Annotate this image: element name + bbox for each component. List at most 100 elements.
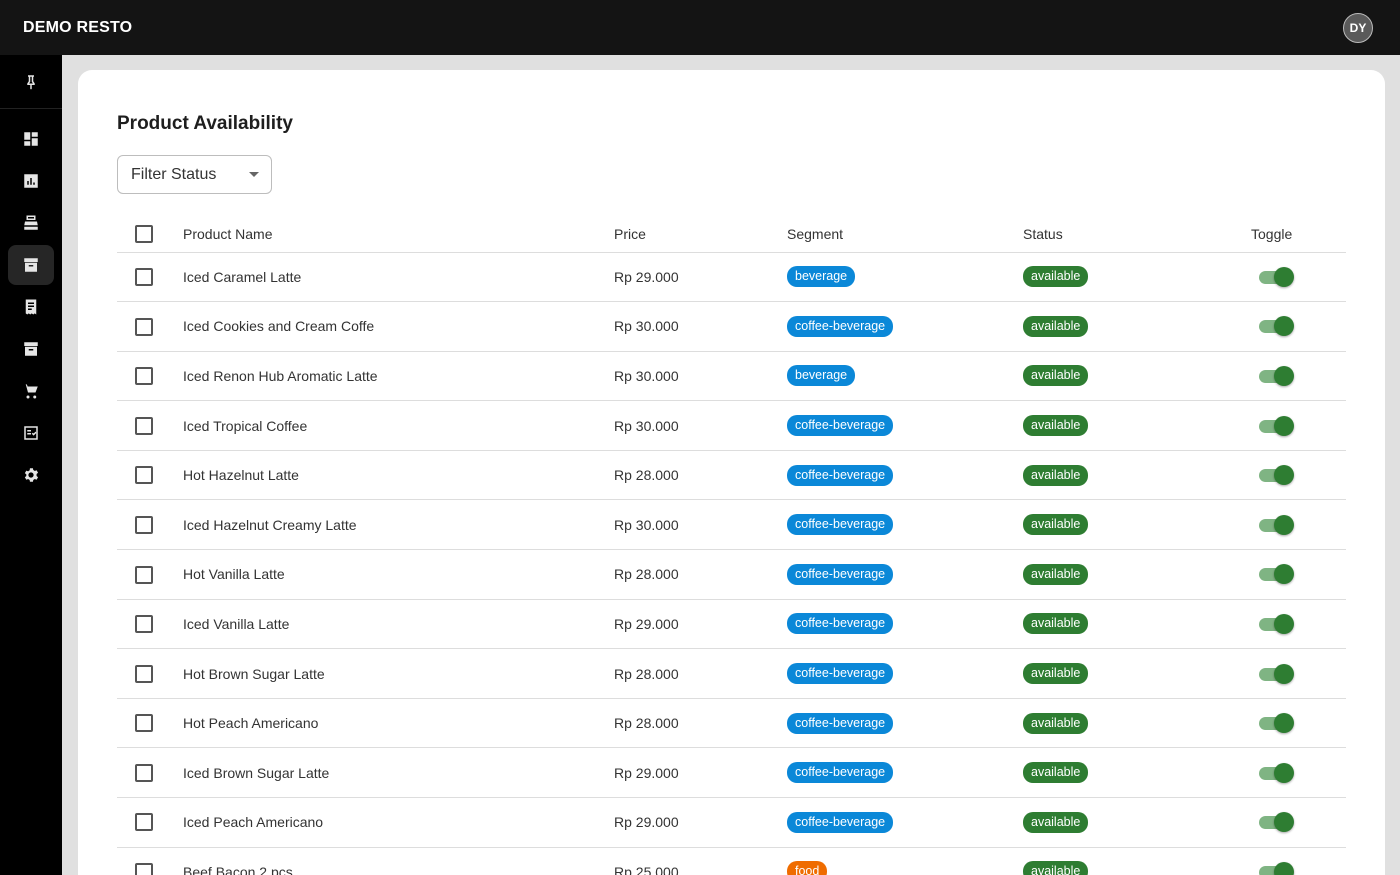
segment-chip: coffee-beverage [787, 712, 894, 734]
cash-register-icon [24, 215, 38, 230]
product-price: Rp 29.000 [614, 747, 787, 799]
sidebar-item-receipts[interactable] [8, 287, 54, 327]
gear-icon [24, 468, 39, 482]
availability-toggle[interactable] [1257, 415, 1295, 437]
segment-chip: coffee-beverage [787, 811, 894, 833]
header-status[interactable]: Status [1023, 216, 1251, 253]
row-checkbox[interactable] [135, 863, 153, 875]
app-title: DEMO RESTO [23, 18, 133, 36]
toggle-thumb [1274, 316, 1294, 337]
product-price: Rp 30.000 [614, 351, 787, 402]
toggle-thumb [1274, 613, 1294, 634]
sidebar-item-inventory[interactable] [8, 329, 54, 369]
row-checkbox[interactable] [135, 367, 153, 386]
sidebar-item-checklist[interactable] [8, 413, 54, 453]
product-name: Iced Renon Hub Aromatic Latte [183, 351, 614, 402]
product-name: Iced Hazelnut Creamy Latte [183, 499, 614, 551]
segment-chip: beverage [787, 365, 856, 387]
product-name: Iced Cookies and Cream Coffe [183, 301, 614, 352]
sidebar-item-product-availability[interactable] [8, 245, 54, 285]
table-row[interactable]: Hot Vanilla Latte Rp 28.000 coffee-beverag… [117, 549, 1346, 600]
status-badge: available [1023, 365, 1089, 387]
toggle-thumb [1274, 465, 1294, 486]
availability-toggle[interactable] [1257, 514, 1295, 536]
availability-toggle[interactable] [1257, 464, 1295, 486]
segment-chip: coffee-beverage [787, 762, 894, 784]
status-badge: available [1023, 861, 1089, 875]
row-checkbox[interactable] [135, 416, 153, 435]
availability-toggle[interactable] [1257, 613, 1295, 635]
product-name: Hot Brown Sugar Latte [183, 648, 614, 699]
row-checkbox[interactable] [135, 565, 153, 584]
segment-chip: beverage [787, 266, 856, 288]
toggle-thumb [1274, 861, 1294, 875]
status-badge: available [1023, 315, 1089, 337]
availability-toggle[interactable] [1257, 663, 1295, 685]
table-row[interactable]: Hot Hazelnut Latte Rp 28.000 coffee-bevera… [117, 450, 1346, 501]
table-row[interactable]: Iced Brown Sugar Latte Rp 29.000 coffee-be… [117, 747, 1346, 799]
status-badge: available [1023, 266, 1089, 288]
sidebar-item-cashier[interactable] [8, 203, 54, 243]
row-checkbox[interactable] [135, 763, 153, 782]
table-row[interactable]: Hot Brown Sugar Latte Rp 28.000 coffee-bev… [117, 648, 1346, 699]
product-price: Rp 30.000 [614, 301, 787, 352]
row-checkbox[interactable] [135, 813, 153, 832]
bar-chart-icon [24, 174, 38, 188]
table-row[interactable]: Iced Renon Hub Aromatic Latte Rp 30.000 be… [117, 351, 1346, 402]
toggle-thumb [1274, 762, 1294, 783]
checklist-icon [24, 426, 38, 440]
row-checkbox[interactable] [135, 267, 153, 286]
product-price: Rp 28.000 [614, 698, 787, 749]
row-checkbox[interactable] [135, 664, 153, 683]
availability-toggle[interactable] [1257, 266, 1295, 288]
inventory-icon [24, 342, 38, 356]
top-app-bar: DEMO RESTO DY [0, 0, 1400, 55]
table-row[interactable]: Iced Vanilla Latte Rp 29.000 coffee-bevera… [117, 599, 1346, 650]
table-row[interactable]: Iced Tropical Coffee Rp 30.000 coffee-beve… [117, 400, 1346, 451]
toggle-thumb [1274, 365, 1294, 386]
header-product-name[interactable]: Product Name [183, 216, 614, 253]
toggle-thumb [1274, 812, 1294, 833]
sidebar-item-dashboard[interactable] [8, 119, 54, 159]
availability-toggle[interactable] [1257, 315, 1295, 337]
sidebar-item-orders[interactable] [8, 371, 54, 411]
segment-chip: coffee-beverage [787, 315, 894, 337]
product-price: Rp 28.000 [614, 648, 787, 699]
avatar[interactable]: DY [1343, 12, 1373, 43]
segment-chip: coffee-beverage [787, 415, 894, 437]
filter-status-select[interactable]: Filter Status [117, 155, 272, 194]
sidebar-item-settings[interactable] [8, 455, 54, 495]
row-checkbox[interactable] [135, 317, 153, 336]
toggle-thumb [1274, 514, 1294, 535]
availability-toggle[interactable] [1257, 811, 1295, 833]
row-checkbox[interactable] [135, 714, 153, 733]
table-row[interactable]: Iced Hazelnut Creamy Latte Rp 30.000 coffe… [117, 499, 1346, 551]
row-checkbox[interactable] [135, 466, 153, 485]
dashboard-icon [24, 132, 38, 146]
table-row[interactable]: Iced Caramel Latte Rp 29.000 beverage avail… [117, 252, 1346, 303]
product-name: Iced Vanilla Latte [183, 599, 614, 650]
header-price[interactable]: Price [614, 216, 787, 253]
toggle-thumb [1274, 415, 1294, 436]
table-row[interactable]: Iced Cookies and Cream Coffe Rp 30.000 cof… [117, 301, 1346, 352]
availability-toggle[interactable] [1257, 762, 1295, 784]
product-price: Rp 29.000 [614, 252, 787, 303]
availability-toggle[interactable] [1257, 563, 1295, 585]
header-toggle: Toggle [1251, 216, 1346, 253]
availability-toggle[interactable] [1257, 365, 1295, 387]
product-price: Rp 30.000 [614, 499, 787, 551]
row-checkbox[interactable] [135, 515, 153, 534]
availability-toggle[interactable] [1257, 712, 1295, 734]
table-row[interactable]: Beef Bacon 2 pcs Rp 25.000 food available [117, 847, 1346, 875]
table-row[interactable]: Hot Peach Americano Rp 28.000 coffee-bever… [117, 698, 1346, 749]
sidebar-item-reports[interactable] [8, 161, 54, 201]
cart-icon [23, 384, 38, 399]
row-checkbox[interactable] [135, 615, 153, 634]
table-row[interactable]: Iced Peach Americano Rp 29.000 coffee-beve… [117, 797, 1346, 848]
pin-icon[interactable] [0, 55, 62, 109]
availability-toggle[interactable] [1257, 861, 1295, 875]
select-all-checkbox[interactable] [135, 224, 153, 243]
header-segment[interactable]: Segment [787, 216, 1023, 253]
receipt-icon [25, 299, 37, 315]
product-price: Rp 25.000 [614, 847, 787, 875]
